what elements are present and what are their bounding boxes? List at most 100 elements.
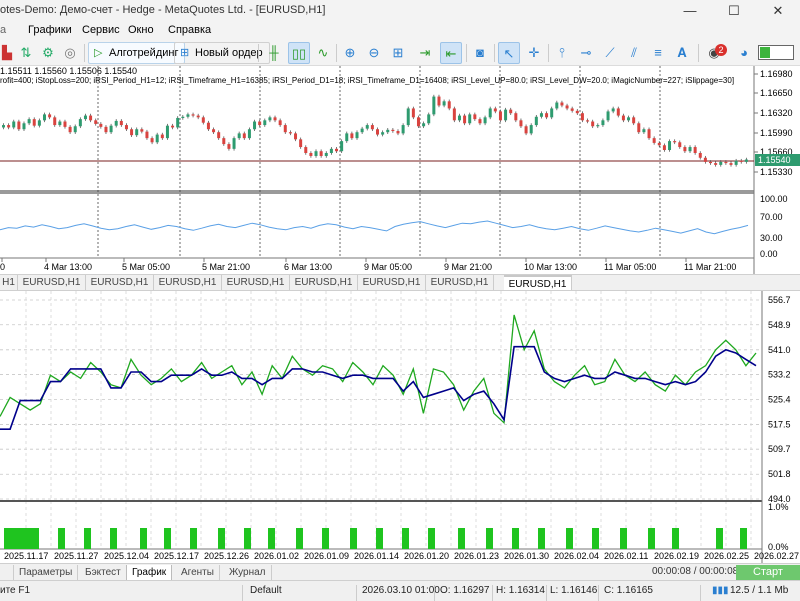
chart-tab[interactable]: EURUSD,H1 xyxy=(358,275,426,291)
new-order-button[interactable]: ⊞ Новый ордер xyxy=(174,42,270,64)
screenshot-icon[interactable]: ◙ xyxy=(470,42,490,64)
menu-item-partial[interactable]: а xyxy=(0,24,14,36)
start-button[interactable]: Старт xyxy=(736,565,800,580)
tab-backtest[interactable]: Бэктест xyxy=(80,565,127,581)
candle xyxy=(703,157,707,162)
candle xyxy=(345,133,349,142)
algo-trading-button[interactable]: ▷ Алготрейдинг xyxy=(88,42,186,64)
tab-journal[interactable]: Журнал xyxy=(224,565,272,581)
chart-tab[interactable]: EURUSD,H1 xyxy=(222,275,290,291)
price-chart-svg[interactable]: 1.169801.166501.163201.159901.156601.153… xyxy=(0,66,800,274)
close-button[interactable]: ✕ xyxy=(756,0,800,22)
chart-tab-partial[interactable]: H1 xyxy=(0,275,18,291)
volume-bar xyxy=(322,528,329,549)
candle xyxy=(32,119,36,126)
tab-graph[interactable]: График xyxy=(126,565,173,581)
new-order-label: Новый ордер xyxy=(195,47,263,59)
candle xyxy=(247,129,251,139)
candle xyxy=(698,152,702,158)
chart-tab[interactable]: EURUSD,H1 xyxy=(86,275,154,291)
candle xyxy=(12,121,16,128)
candle xyxy=(376,129,379,135)
menu-item-window[interactable]: Окно xyxy=(128,24,154,36)
volume-bar xyxy=(140,528,147,549)
toolbar-separator xyxy=(698,44,699,62)
maximize-button[interactable]: ☐ xyxy=(712,0,756,22)
crosshair-icon[interactable]: ✛ xyxy=(524,42,544,64)
vertical-line-icon[interactable]: ⫯ xyxy=(552,42,572,64)
chart-tab[interactable]: EURUSD,H1 xyxy=(154,275,222,291)
candle xyxy=(155,134,159,143)
candle xyxy=(652,138,656,143)
price-chart-window[interactable]: 1.16980 1.16650 1.16320 1.15990 1.15660 1.153… xyxy=(0,66,800,274)
candle xyxy=(678,142,682,148)
chart-tab-active[interactable]: EURUSD,H1 xyxy=(504,275,572,291)
candle xyxy=(606,111,610,121)
volume-bar xyxy=(268,528,275,549)
current-price-label: 1.15540 xyxy=(758,155,791,165)
menu-item-service[interactable]: Сервис xyxy=(82,24,120,36)
chart-tab[interactable]: EURUSD,H1 xyxy=(18,275,86,291)
candle xyxy=(509,109,513,114)
candle xyxy=(294,133,298,140)
text-tool-icon[interactable]: 𝐀 xyxy=(672,42,692,64)
candle xyxy=(309,152,313,156)
status-bar: ите F1 Default 2026.03.10 01:00 O: 1.162… xyxy=(0,580,800,601)
candle xyxy=(447,101,451,109)
candle xyxy=(591,121,595,127)
channel-icon[interactable]: ⫽ xyxy=(624,42,644,64)
zoom-in-icon[interactable]: ⊕ xyxy=(340,42,360,64)
status-separator xyxy=(598,585,599,601)
candle xyxy=(360,128,364,133)
candle xyxy=(452,108,456,121)
minimize-button[interactable]: — xyxy=(668,0,712,22)
menu-item-help[interactable]: Справка xyxy=(168,24,211,36)
status-separator xyxy=(492,585,493,601)
fibonacci-icon[interactable]: ≡ xyxy=(648,42,668,64)
candle xyxy=(560,102,564,106)
rsi-tick-label: 100.00 xyxy=(760,194,788,204)
candle xyxy=(268,117,272,121)
volume-bar xyxy=(620,528,627,549)
grid-icon[interactable]: ⊞ xyxy=(388,42,408,64)
account-status-icon[interactable]: ◕ xyxy=(734,42,754,64)
zoom-out-icon[interactable]: ⊖ xyxy=(364,42,384,64)
tester-tab-partial[interactable] xyxy=(0,565,14,581)
volume-bar xyxy=(740,528,747,549)
bar-chart-icon[interactable]: ╫ xyxy=(264,42,284,64)
tab-agents[interactable]: Агенты xyxy=(176,565,220,581)
chart-tab[interactable]: EURUSD,H1 xyxy=(426,275,494,291)
candle xyxy=(263,120,267,126)
tester-graph-svg[interactable]: 556.7 548.9 541.0 533.2 525.4 517.5 509.7 501.8… xyxy=(0,291,800,563)
candle xyxy=(386,129,390,133)
autoscroll-icon[interactable]: ⇥ xyxy=(414,42,436,64)
toolbar-partial-icon[interactable]: ▙ xyxy=(0,42,14,64)
volume-bar xyxy=(486,528,493,549)
connection-indicator[interactable] xyxy=(758,45,794,60)
status-separator xyxy=(356,585,357,601)
line-chart-icon[interactable]: ∿ xyxy=(312,42,334,64)
menu-item-charts[interactable]: Графики xyxy=(28,24,72,36)
chart-tab[interactable]: EURUSD,H1 xyxy=(290,275,358,291)
signals-icon[interactable]: ◎ xyxy=(60,42,80,64)
cursor-icon[interactable]: ↖ xyxy=(498,42,520,64)
trade-icon[interactable]: ⇅ xyxy=(16,42,36,64)
date-tick-label: 2026.02.11 xyxy=(604,551,648,561)
volume-bar xyxy=(84,528,91,549)
candle xyxy=(196,115,200,118)
time-tick-label: 0 xyxy=(0,262,5,272)
horizontal-line-icon[interactable]: ⊸ xyxy=(576,42,596,64)
trendline-icon[interactable]: ⟋ xyxy=(600,42,620,64)
volume-bar xyxy=(538,528,545,549)
candle xyxy=(498,111,502,121)
volume-bar xyxy=(164,528,171,549)
account-icon[interactable]: ⚙ xyxy=(38,42,58,64)
candle xyxy=(478,119,482,124)
date-tick-label: 2025.11.17 xyxy=(4,551,48,561)
tab-parameters[interactable]: Параметры xyxy=(14,565,79,581)
candle xyxy=(596,125,600,127)
tester-graph[interactable]: 556.7 548.9 541.0 533.2 525.4 517.5 509.7 501.8… xyxy=(0,290,800,563)
candlestick-chart-icon[interactable]: ▯▯ xyxy=(288,42,310,64)
chart-shift-icon[interactable]: ⇤ xyxy=(440,42,462,64)
panel-separator[interactable] xyxy=(0,190,754,194)
